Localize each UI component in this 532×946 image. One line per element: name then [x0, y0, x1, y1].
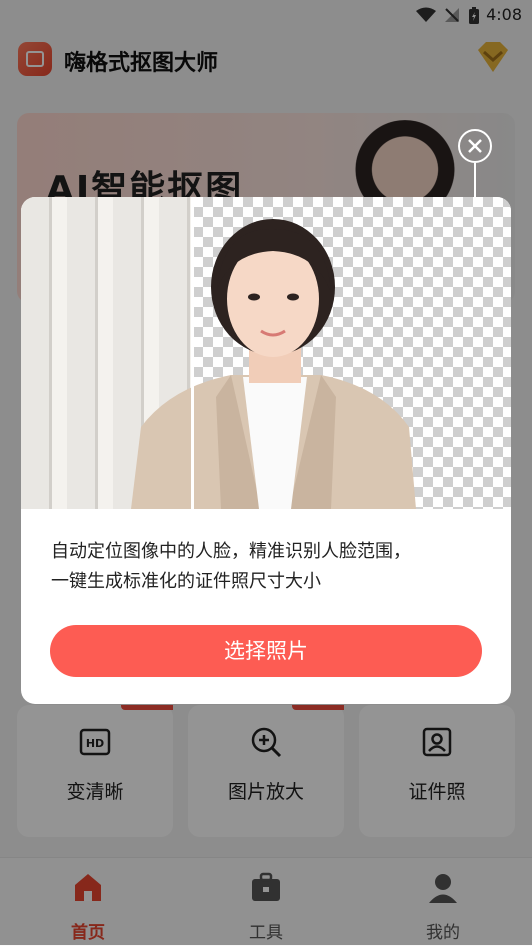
close-button[interactable] — [458, 129, 492, 163]
before-after-preview — [21, 197, 511, 509]
choose-photo-button[interactable]: 选择照片 — [50, 625, 482, 677]
description-line-1: 自动定位图像中的人脸，精准识别人脸范围， — [51, 541, 411, 562]
close-icon — [468, 139, 482, 153]
description-line-2: 一键生成标准化的证件照尺寸大小 — [51, 571, 321, 592]
modal-description: 自动定位图像中的人脸，精准识别人脸范围， 一键生成标准化的证件照尺寸大小 — [51, 537, 491, 597]
feature-modal: 自动定位图像中的人脸，精准识别人脸范围， 一键生成标准化的证件照尺寸大小 选择照… — [21, 197, 511, 704]
portrait-photo — [131, 219, 416, 509]
compare-divider[interactable] — [191, 197, 194, 509]
close-stem — [474, 163, 476, 199]
